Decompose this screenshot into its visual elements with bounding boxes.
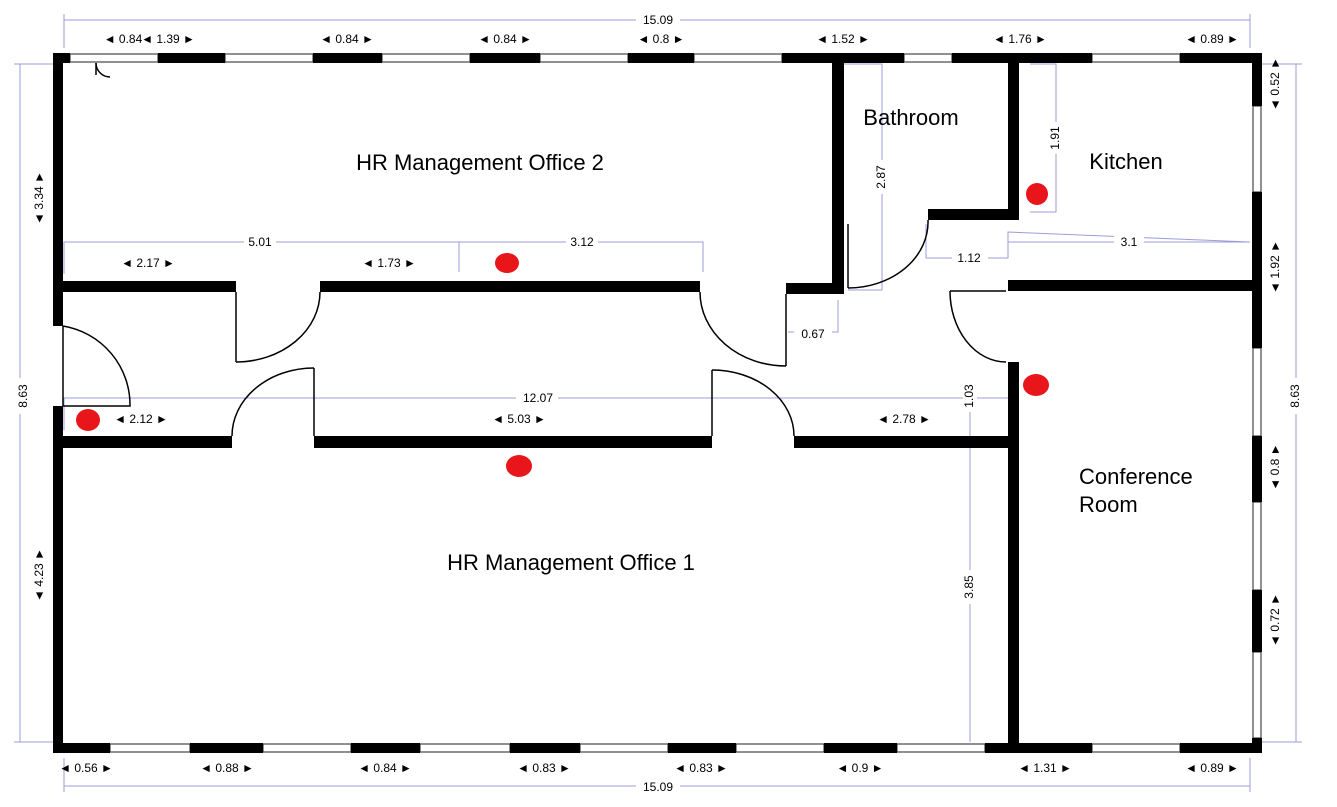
office2-door-right bbox=[699, 291, 787, 367]
dim-bottom-3: ◄ 0.83 ► bbox=[517, 761, 571, 775]
dim-top-0: ◄ 0.84 bbox=[104, 32, 143, 46]
room-label-conference-2: Room bbox=[1079, 492, 1138, 517]
dim-bottom-7: ◄ 0.89 ► bbox=[1185, 761, 1239, 775]
dim-corridor-length: 12.07 bbox=[523, 391, 553, 405]
dim-office2-wall-a: ◄ 2.17 ► bbox=[121, 256, 175, 270]
window bbox=[109, 743, 191, 753]
window bbox=[735, 743, 825, 753]
window bbox=[903, 53, 953, 63]
walls bbox=[53, 53, 1262, 753]
room-labels: HR Management Office 2 HR Management Off… bbox=[356, 105, 1193, 575]
bottom-segment-labels: ◄ 0.56 ► ◄ 0.88 ► ◄ 0.84 ► ◄ 0.83 ► ◄ 0.… bbox=[59, 761, 1239, 775]
marker-dot bbox=[495, 253, 519, 273]
room-label-office1: HR Management Office 1 bbox=[447, 550, 695, 575]
dim-top-6: ◄ 1.76 ► bbox=[993, 32, 1047, 46]
dim-corridor-depth: 1.03 bbox=[962, 384, 976, 408]
dim-office2-right: 3.12 bbox=[570, 235, 594, 249]
dim-door-gap: 0.67 bbox=[801, 327, 825, 341]
marker-dot bbox=[1023, 374, 1049, 396]
office1-door-left bbox=[231, 367, 315, 437]
window bbox=[1252, 347, 1262, 437]
floor-plan: HR Management Office 2 HR Management Off… bbox=[13, 13, 1303, 794]
overall-dimension-labels: 15.09 15.09 8.63 8.63 bbox=[13, 13, 1303, 794]
window bbox=[693, 53, 783, 63]
office2-door-left bbox=[235, 291, 321, 363]
marker-dot bbox=[76, 409, 100, 431]
dim-bottom-2: ◄ 0.84 ► bbox=[358, 761, 412, 775]
dim-top-3: ◄ 0.84 ► bbox=[478, 32, 532, 46]
dim-left-0: ◄ 3.34 ► bbox=[32, 171, 46, 225]
dim-left-1: ◄ 4.23 ► bbox=[32, 548, 46, 602]
dim-overall-left: 8.63 bbox=[16, 384, 30, 408]
conference-door bbox=[949, 290, 1007, 363]
dim-bath-gap: 1.12 bbox=[957, 251, 981, 265]
window bbox=[381, 53, 471, 63]
room-label-office2: HR Management Office 2 bbox=[356, 150, 604, 175]
dim-kitchen-width: 3.1 bbox=[1121, 235, 1138, 249]
dim-corridor-wall-b: ◄ 5.03 ► bbox=[492, 412, 546, 426]
window bbox=[896, 743, 986, 753]
window bbox=[1091, 743, 1181, 753]
dim-top-7: ◄ 0.89 ► bbox=[1185, 32, 1239, 46]
dim-bathroom-height: 2.87 bbox=[874, 165, 888, 189]
dim-bottom-6: ◄ 1.31 ► bbox=[1018, 761, 1072, 775]
window bbox=[1252, 501, 1262, 591]
dim-office2-width: 5.01 bbox=[248, 235, 272, 249]
dim-right-2: ◄ 0.8 ► bbox=[1268, 443, 1282, 490]
windows bbox=[69, 53, 1262, 753]
dim-top-2: ◄ 0.84 ► bbox=[320, 32, 374, 46]
corner-door bbox=[95, 62, 111, 78]
dim-right-1: ◄ 1.92 ► bbox=[1268, 240, 1282, 294]
window bbox=[1252, 651, 1262, 739]
dim-top-1: ◄ 1.39 ► bbox=[141, 32, 195, 46]
window bbox=[262, 743, 352, 753]
dim-overall-right: 8.63 bbox=[1288, 384, 1302, 408]
dim-top-4: ◄ 0.8 ► bbox=[637, 32, 684, 46]
markers bbox=[76, 183, 1049, 477]
office1-door-right bbox=[711, 369, 795, 437]
marker-dot bbox=[1026, 183, 1048, 205]
dim-right-0: ◄ 0.52 ► bbox=[1268, 57, 1282, 111]
dim-top-5: ◄ 1.52 ► bbox=[816, 32, 870, 46]
window bbox=[1091, 53, 1181, 63]
dim-overall-top: 15.09 bbox=[643, 13, 673, 27]
dim-bottom-1: ◄ 0.88 ► bbox=[200, 761, 254, 775]
dim-right-3: ◄ 0.72 ► bbox=[1268, 593, 1282, 647]
room-label-bathroom: Bathroom bbox=[863, 105, 958, 130]
window bbox=[224, 53, 314, 63]
dim-corridor-wall-c: ◄ 2.78 ► bbox=[877, 412, 931, 426]
dim-office1-depth: 3.85 bbox=[962, 575, 976, 599]
window bbox=[1252, 105, 1262, 193]
dim-bottom-0: ◄ 0.56 ► bbox=[59, 761, 113, 775]
room-label-conference: Conference bbox=[1079, 464, 1193, 489]
window bbox=[539, 53, 629, 63]
dim-kitchen-height: 1.91 bbox=[1048, 126, 1062, 150]
marker-dot bbox=[506, 455, 532, 477]
dim-bottom-5: ◄ 0.9 ► bbox=[836, 761, 883, 775]
window bbox=[579, 743, 669, 753]
room-label-kitchen: Kitchen bbox=[1089, 149, 1162, 174]
interior-dimension-labels: 5.01 3.12 ◄ 2.17 ► ◄ 1.73 ► 12.07 ◄ 2.12… bbox=[114, 122, 1144, 604]
dim-overall-bottom: 15.09 bbox=[643, 780, 673, 794]
overall-dimension-lines bbox=[14, 14, 1302, 792]
entry-door bbox=[62, 325, 131, 407]
dim-office2-wall-b: ◄ 1.73 ► bbox=[362, 256, 416, 270]
dim-corridor-wall-a: ◄ 2.12 ► bbox=[114, 412, 168, 426]
top-segment-labels: ◄ 0.84 ◄ 1.39 ► ◄ 0.84 ► ◄ 0.84 ► ◄ 0.8 … bbox=[104, 32, 1239, 46]
window bbox=[419, 743, 511, 753]
bathroom-door bbox=[847, 219, 929, 289]
dim-bottom-4: ◄ 0.83 ► bbox=[674, 761, 728, 775]
window bbox=[69, 53, 159, 63]
